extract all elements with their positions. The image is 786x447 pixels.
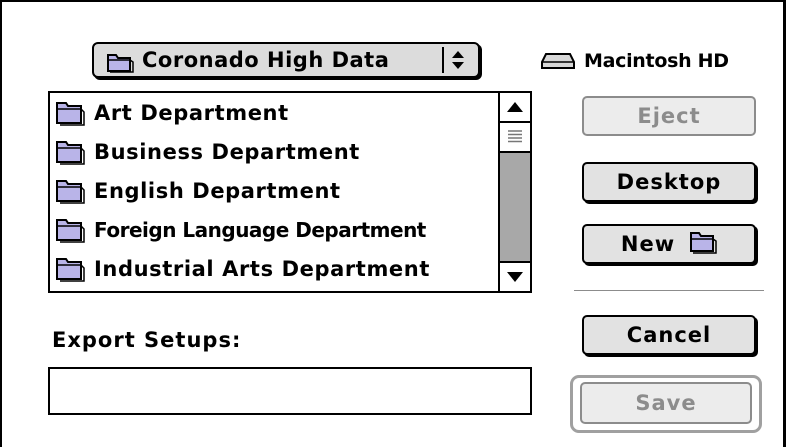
- list-item-label: Business Department: [94, 139, 360, 164]
- folder-popup-menu[interactable]: Coronado High Data: [92, 42, 480, 78]
- folder-icon: [689, 230, 717, 259]
- new-button-label: New: [620, 232, 676, 256]
- save-button-label: Save: [635, 391, 697, 415]
- folder-icon: [54, 217, 86, 243]
- list-item[interactable]: Art Department: [50, 93, 498, 132]
- cancel-button-label: Cancel: [626, 323, 712, 347]
- folder-icon: [106, 51, 134, 77]
- scroll-thumb[interactable]: [500, 123, 530, 153]
- export-setups-label: Export Setups:: [52, 328, 242, 352]
- vertical-scrollbar[interactable]: [498, 93, 530, 291]
- folder-icon: [54, 139, 86, 165]
- separator: [574, 290, 764, 292]
- scroll-down-button[interactable]: [500, 261, 530, 291]
- file-list[interactable]: Art Department Business Department Engli…: [48, 91, 532, 293]
- volume-indicator: Macintosh HD: [540, 48, 729, 74]
- list-item[interactable]: English Department: [50, 171, 498, 210]
- desktop-button-label: Desktop: [616, 170, 722, 194]
- volume-label: Macintosh HD: [584, 50, 729, 72]
- scroll-up-button[interactable]: [500, 93, 530, 123]
- popup-label: Coronado High Data: [142, 48, 390, 72]
- cancel-button[interactable]: Cancel: [582, 315, 756, 355]
- new-folder-button[interactable]: New: [582, 224, 756, 264]
- grip-icon: [508, 128, 522, 147]
- down-arrow-icon: [506, 268, 524, 287]
- export-setups-field[interactable]: [48, 367, 532, 415]
- file-list-rows: Art Department Business Department Engli…: [50, 93, 498, 291]
- folder-icon: [54, 178, 86, 204]
- list-item[interactable]: Business Department: [50, 132, 498, 171]
- folder-icon: [54, 256, 86, 282]
- list-item[interactable]: Industrial Arts Department: [50, 249, 498, 288]
- up-arrow-icon: [506, 98, 524, 117]
- hard-drive-icon: [540, 48, 576, 74]
- updown-arrows-icon: [442, 47, 472, 73]
- desktop-button[interactable]: Desktop: [582, 162, 756, 202]
- list-item-label: Art Department: [94, 100, 289, 125]
- list-item-label: English Department: [94, 178, 341, 203]
- save-dialog: Coronado High Data Macintosh HD Art Depa…: [0, 0, 786, 447]
- eject-button[interactable]: Eject: [582, 96, 756, 136]
- list-item-label: Industrial Arts Department: [94, 256, 430, 281]
- eject-button-label: Eject: [637, 104, 701, 128]
- folder-icon: [54, 100, 86, 126]
- list-item-label: Foreign Language Department: [94, 217, 426, 242]
- save-button[interactable]: Save: [580, 382, 752, 424]
- list-item[interactable]: Foreign Language Department: [50, 210, 498, 249]
